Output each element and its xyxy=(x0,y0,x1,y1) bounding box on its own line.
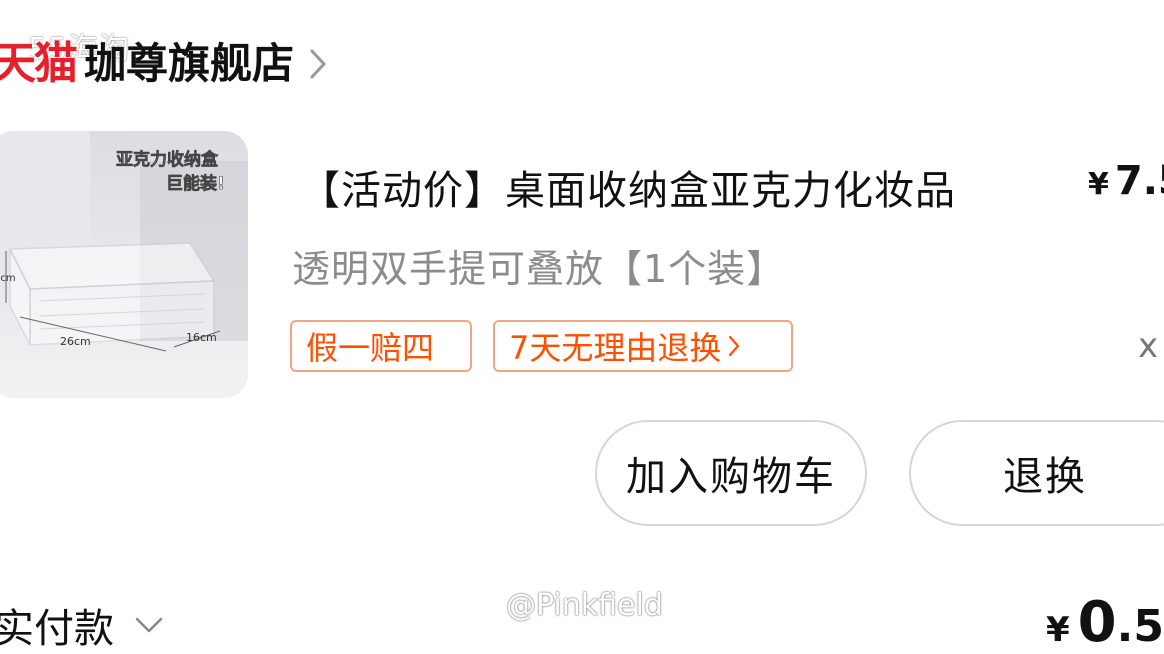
chevron-down-icon xyxy=(134,616,164,634)
paid-decimal: .58 xyxy=(1116,601,1164,652)
return-policy-label: 7天无理由退换 xyxy=(509,329,722,367)
return-exchange-button[interactable]: 退换 xyxy=(909,420,1164,526)
price-value: 7.5 xyxy=(1114,158,1164,204)
shop-header[interactable]: 天猫 珈尊旗舰店 xyxy=(0,34,332,94)
chevron-right-icon xyxy=(727,334,741,358)
add-to-cart-button[interactable]: 加入购物车 xyxy=(595,420,867,526)
image-caption-line2: 巨能装! xyxy=(166,173,225,194)
watermark-bottom: @Pinkfield xyxy=(506,588,663,623)
order-detail-page: 55海淘 天猫 珈尊旗舰店 26cm 16cm cm 亚克力收纳盒 巨能装! 【… xyxy=(0,0,1164,654)
image-caption-line1: 亚克力收纳盒 xyxy=(116,149,219,170)
chevron-right-icon[interactable] xyxy=(308,46,332,82)
fake-compensation-tag[interactable]: 假一赔四 xyxy=(290,320,472,372)
product-price: ¥7.5 xyxy=(1088,158,1164,204)
paid-amount: ¥0.58 xyxy=(1046,590,1164,654)
return-policy-tag[interactable]: 7天无理由退换 xyxy=(493,320,793,372)
paid-integer: 0 xyxy=(1077,590,1117,654)
quantity: x xyxy=(1138,326,1159,366)
product-title[interactable]: 【活动价】桌面收纳盒亚克力化妆品 xyxy=(300,158,956,216)
fake-compensation-label: 假一赔四 xyxy=(306,329,435,367)
paid-amount-toggle[interactable]: 实付款 xyxy=(0,596,164,654)
shop-name[interactable]: 珈尊旗舰店 xyxy=(84,43,294,85)
dim-width-label: 16cm xyxy=(186,331,217,344)
dim-height-label: 8cm xyxy=(0,273,16,284)
paid-currency: ¥ xyxy=(1046,610,1070,650)
product-image[interactable]: 26cm 16cm 8cm 亚克力收纳盒 巨能装! xyxy=(0,131,248,398)
tmall-logo: 天猫 xyxy=(0,38,78,89)
paid-label: 实付款 xyxy=(0,606,114,652)
price-currency: ¥ xyxy=(1088,167,1109,202)
dim-length-label: 26cm xyxy=(60,335,91,348)
product-subtitle[interactable]: 透明双手提可叠放【1个装】 xyxy=(292,238,785,293)
